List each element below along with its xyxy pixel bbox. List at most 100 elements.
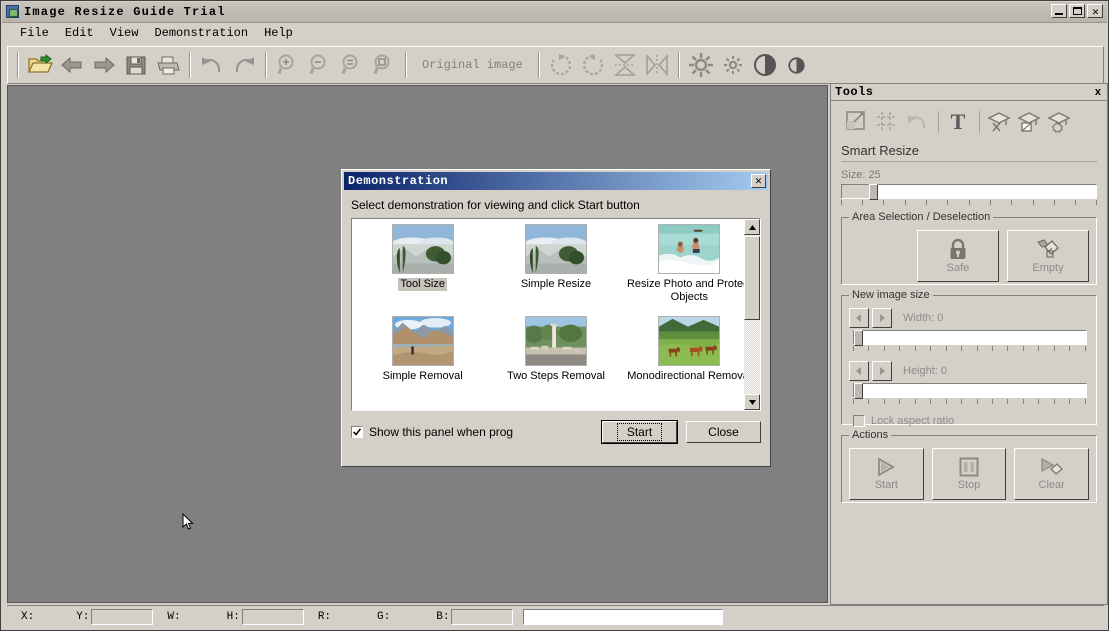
flip-vertical-icon[interactable] <box>610 50 640 80</box>
maximize-button[interactable] <box>1069 4 1085 18</box>
tools-icon-separator <box>979 111 980 133</box>
zoom-fit-icon[interactable] <box>337 50 367 80</box>
flip-horizontal-icon[interactable] <box>642 50 672 80</box>
print-icon[interactable] <box>153 50 183 80</box>
area-selection-group: Area Selection / Deselection Safe Empty <box>841 211 1097 285</box>
dialog-title: Demonstration <box>348 174 449 188</box>
forward-arrow-icon[interactable] <box>89 50 119 80</box>
height-slider-track[interactable] <box>853 383 1087 399</box>
dialog-start-button[interactable]: Start <box>601 420 678 444</box>
height-increment-button[interactable] <box>872 361 892 381</box>
list-item[interactable]: Simple Removal <box>356 316 489 383</box>
lock-aspect-ratio-checkbox[interactable] <box>853 415 865 427</box>
show-panel-checkbox-row[interactable]: Show this panel when prog <box>351 425 524 439</box>
list-item-label: Monodirectional Removal <box>627 370 752 382</box>
brightness-down-icon[interactable] <box>718 50 748 80</box>
empty-button[interactable]: Empty <box>1007 230 1089 282</box>
undo-curve-icon[interactable] <box>903 108 931 136</box>
menu-help[interactable]: Help <box>256 24 301 42</box>
original-image-label: Original image <box>422 58 523 72</box>
scroll-up-button[interactable] <box>744 219 760 235</box>
height-decrement-button[interactable] <box>849 361 869 381</box>
wizard-remove-icon[interactable] <box>985 108 1013 136</box>
action-stop-button[interactable]: Stop <box>931 448 1007 500</box>
wizard-box-icon[interactable] <box>1015 108 1043 136</box>
dialog-close-action-button[interactable]: Close <box>686 421 761 443</box>
back-arrow-icon[interactable] <box>57 50 87 80</box>
demonstration-list[interactable]: Tool Size Simple Resize Resize Photo and… <box>351 218 761 411</box>
tools-icon-row: T <box>839 105 1099 139</box>
menu-demonstration[interactable]: Demonstration <box>146 24 256 42</box>
safe-button[interactable]: Safe <box>917 230 999 282</box>
list-vertical-scrollbar[interactable] <box>744 219 760 410</box>
window-controls: ✕ <box>1051 4 1103 18</box>
action-clear-button[interactable]: Clear <box>1014 448 1090 500</box>
demonstration-grid: Tool Size Simple Resize Resize Photo and… <box>352 219 760 383</box>
tools-close-icon[interactable]: x <box>1093 86 1103 98</box>
size-slider-thumb[interactable] <box>868 184 878 200</box>
toolbar-separator <box>189 52 191 78</box>
window-title: Image Resize Guide Trial <box>24 5 226 19</box>
height-slider-thumb[interactable] <box>854 383 863 399</box>
scrollbar-thumb[interactable] <box>744 236 760 320</box>
list-item[interactable]: Two Steps Removal <box>489 316 622 383</box>
width-decrement-button[interactable] <box>849 308 869 328</box>
brightness-up-icon[interactable] <box>686 50 716 80</box>
undo-icon[interactable] <box>197 50 227 80</box>
width-slider-track[interactable] <box>853 330 1087 346</box>
status-x-label: X: <box>21 610 35 623</box>
size-slider-ticks <box>841 200 1097 207</box>
width-slider-thumb[interactable] <box>854 330 863 346</box>
size-slider-track[interactable] <box>841 184 1097 200</box>
list-item[interactable]: Simple Resize <box>489 224 622 304</box>
zoom-actual-icon[interactable] <box>369 50 399 80</box>
list-item-label: Resize Photo and Protect Objects <box>626 278 752 303</box>
zoom-in-icon[interactable] <box>273 50 303 80</box>
thumbnail-ruins-column <box>524 316 587 366</box>
list-item[interactable]: Monodirectional Removal <box>623 316 756 383</box>
rotate-cw-icon[interactable] <box>546 50 576 80</box>
menu-edit[interactable]: Edit <box>57 24 102 42</box>
width-increment-button[interactable] <box>872 308 892 328</box>
play-icon <box>878 457 896 477</box>
redo-icon[interactable] <box>229 50 259 80</box>
save-icon[interactable] <box>121 50 151 80</box>
menu-view[interactable]: View <box>102 24 147 42</box>
rotate-ccw-icon[interactable] <box>578 50 608 80</box>
toolbar-separator <box>17 52 19 78</box>
crop-grid-icon[interactable] <box>873 108 901 136</box>
contrast-up-icon[interactable] <box>750 50 780 80</box>
list-item[interactable]: Tool Size <box>356 224 489 304</box>
minimize-button[interactable] <box>1051 4 1067 18</box>
zoom-out-icon[interactable] <box>305 50 335 80</box>
status-r-label: R: <box>317 610 332 623</box>
size-slider[interactable] <box>841 184 1097 207</box>
close-button[interactable]: ✕ <box>1087 4 1103 18</box>
new-image-size-legend: New image size <box>849 289 933 301</box>
width-slider[interactable] <box>853 330 1087 353</box>
dialog-close-button[interactable]: ✕ <box>751 174 766 188</box>
tools-panel: Tools x T Smart Resize Size: 25 Area Sel… <box>830 83 1108 605</box>
show-panel-checkbox[interactable] <box>351 426 363 438</box>
status-b-label: B: <box>436 610 450 623</box>
height-slider[interactable] <box>853 383 1087 406</box>
status-g-label: G: <box>377 610 391 623</box>
smart-resize-icon[interactable] <box>843 108 871 136</box>
open-file-icon[interactable] <box>25 50 55 80</box>
text-tool-icon[interactable]: T <box>944 108 972 136</box>
title-bar: Image Resize Guide Trial ✕ <box>2 2 1107 23</box>
dialog-buttons: Start Close <box>601 420 761 444</box>
thumbnail-canyon-hiker <box>391 316 454 366</box>
list-item[interactable]: Resize Photo and Protect Objects <box>623 224 756 304</box>
dialog-footer: Show this panel when prog Start Close <box>351 420 761 444</box>
wizard-gear-icon[interactable] <box>1045 108 1073 136</box>
menu-file[interactable]: File <box>12 24 57 42</box>
lock-aspect-ratio-row[interactable]: Lock aspect ratio <box>853 415 1089 427</box>
width-label: Width: 0 <box>903 312 944 324</box>
contrast-down-icon[interactable] <box>782 50 812 80</box>
actions-legend: Actions <box>849 429 892 441</box>
scroll-down-button[interactable] <box>744 394 760 410</box>
dialog-instruction: Select demonstration for viewing and cli… <box>351 198 640 212</box>
action-start-button[interactable]: Start <box>849 448 924 500</box>
width-spin-row: Width: 0 <box>849 308 1089 328</box>
